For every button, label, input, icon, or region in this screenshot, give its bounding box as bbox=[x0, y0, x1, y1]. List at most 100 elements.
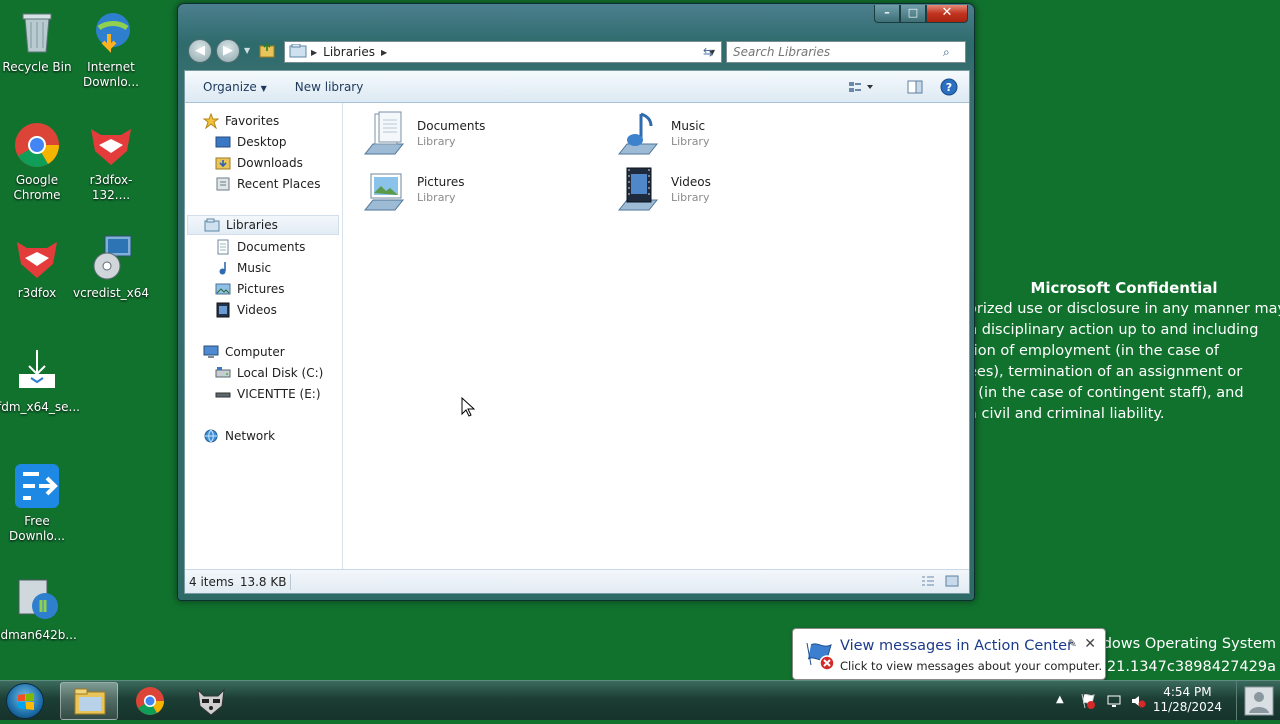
desktop-icon-r3dfox-installer[interactable]: r3dfox-132.... bbox=[71, 121, 151, 203]
new-library-button[interactable]: New library bbox=[281, 80, 378, 94]
breadcrumb-separator-icon[interactable]: ▶ bbox=[311, 48, 317, 57]
hard-drive-icon bbox=[215, 365, 231, 381]
nav-label: Videos bbox=[237, 303, 277, 317]
desktop-icon-r3dfox[interactable]: r3dfox bbox=[0, 234, 77, 301]
notification-options-icon[interactable]: ✎ bbox=[1068, 637, 1077, 650]
breadcrumb-libraries[interactable]: Libraries bbox=[323, 45, 375, 59]
large-icons-view-icon[interactable] bbox=[945, 575, 959, 590]
nav-documents[interactable]: Documents bbox=[215, 237, 305, 257]
music-library-icon bbox=[615, 110, 663, 158]
breadcrumb-separator-icon[interactable]: ▶ bbox=[381, 48, 387, 57]
details-view-icon[interactable] bbox=[921, 575, 935, 590]
nav-network[interactable]: Network bbox=[203, 426, 275, 446]
taskbar-explorer[interactable] bbox=[60, 682, 118, 720]
desktop-icon-label: Internet Downlo... bbox=[83, 60, 139, 89]
confidential-line: a civil and criminal liability. bbox=[968, 406, 1165, 422]
library-name: Pictures bbox=[417, 175, 465, 189]
nav-libraries[interactable]: Libraries bbox=[187, 215, 339, 235]
desktop-icon-fdm-setup[interactable]: fdm_x64_se... bbox=[0, 348, 80, 415]
maximize-button[interactable]: □ bbox=[900, 5, 926, 23]
show-hidden-icons-icon[interactable]: ▲ bbox=[1056, 694, 1064, 705]
notification-title[interactable]: View messages in Action Center bbox=[840, 638, 1073, 654]
nav-favorites[interactable]: Favorites bbox=[202, 111, 279, 131]
clock-date: 11/28/2024 bbox=[1152, 700, 1222, 714]
nav-downloads[interactable]: Downloads bbox=[215, 153, 303, 173]
action-center-flag-icon bbox=[803, 639, 835, 671]
window-controls: – □ ✕ bbox=[874, 5, 968, 23]
videos-icon bbox=[215, 302, 231, 318]
desktop-icon-label: Free Downlo... bbox=[9, 514, 65, 543]
notification-close-icon[interactable]: ✕ bbox=[1084, 636, 1096, 652]
search-input[interactable] bbox=[733, 45, 943, 59]
library-text: Documents Library bbox=[417, 118, 485, 150]
folder-up-icon[interactable] bbox=[259, 42, 275, 58]
nav-desktop[interactable]: Desktop bbox=[215, 132, 287, 152]
preview-pane-icon[interactable] bbox=[905, 77, 925, 97]
address-bar[interactable]: ▶ Libraries ▶ ▼ bbox=[284, 41, 722, 63]
svg-text:?: ? bbox=[946, 81, 952, 94]
search-icon[interactable]: ⌕ bbox=[943, 45, 950, 60]
explorer-window[interactable]: – □ ✕ ◀ ▶ ▼ ▶ Libraries ▶ ▼ ⇆ ⌕ Organize… bbox=[177, 3, 975, 601]
nav-videos[interactable]: Videos bbox=[215, 300, 277, 320]
idm-installer-icon bbox=[13, 576, 61, 624]
nav-vicentte-drive[interactable]: VICENTTE (E:) bbox=[215, 384, 321, 404]
show-desktop-button[interactable] bbox=[1236, 681, 1280, 721]
library-type: Library bbox=[417, 191, 456, 204]
nav-music[interactable]: Music bbox=[215, 258, 271, 278]
pictures-library-icon bbox=[361, 166, 409, 214]
user-icon bbox=[1244, 686, 1274, 716]
desktop-icon-free-download-manager[interactable]: Free Downlo... bbox=[0, 462, 77, 544]
nav-pictures[interactable]: Pictures bbox=[215, 279, 285, 299]
star-icon bbox=[202, 112, 220, 130]
organize-button[interactable]: Organize ▼ bbox=[185, 80, 281, 94]
library-documents[interactable]: Documents Library bbox=[361, 109, 591, 159]
start-button[interactable] bbox=[6, 683, 44, 719]
network-tray-icon[interactable] bbox=[1106, 693, 1122, 712]
confidential-watermark: Microsoft Confidential orized use or dis… bbox=[968, 278, 1280, 425]
nav-recent-places[interactable]: Recent Places bbox=[215, 174, 320, 194]
minimize-button[interactable]: – bbox=[874, 5, 900, 23]
command-bar: Organize ▼ New library ? bbox=[185, 71, 969, 103]
search-box[interactable]: ⌕ bbox=[726, 41, 966, 63]
clock-time: 4:54 PM bbox=[1163, 685, 1212, 699]
nav-computer[interactable]: Computer bbox=[203, 342, 285, 362]
volume-muted-icon[interactable] bbox=[1130, 693, 1146, 712]
nav-local-disk[interactable]: Local Disk (C:) bbox=[215, 363, 323, 383]
desktop-icon-recycle-bin[interactable]: Recycle Bin bbox=[0, 8, 77, 75]
library-videos[interactable]: Videos Library bbox=[615, 165, 845, 215]
library-pictures[interactable]: Pictures Library bbox=[361, 165, 591, 215]
refresh-icon[interactable]: ⇆ bbox=[698, 42, 718, 62]
desktop-icon-label: r3dfox-132.... bbox=[89, 173, 133, 202]
nav-label: Desktop bbox=[237, 135, 287, 149]
os-build-text: ndows Operating System bbox=[1093, 636, 1276, 652]
organize-label: Organize bbox=[203, 79, 257, 94]
status-item-count: 4 items bbox=[189, 574, 234, 589]
system-tray: ▲ 4:54 PM 11/28/2024 bbox=[1050, 681, 1280, 721]
recent-pages-chevron-icon[interactable]: ▼ bbox=[244, 46, 250, 55]
status-size: 13.8 KB bbox=[239, 574, 287, 589]
nav-label: Downloads bbox=[237, 156, 303, 170]
library-music[interactable]: Music Library bbox=[615, 109, 845, 159]
recycle-bin-icon bbox=[13, 8, 61, 56]
desktop-icon bbox=[215, 134, 231, 150]
clock[interactable]: 4:54 PM 11/28/2024 bbox=[1153, 685, 1222, 715]
close-button[interactable]: ✕ bbox=[926, 5, 968, 23]
back-button[interactable]: ◀ bbox=[188, 39, 212, 63]
taskbar-r3dfox[interactable] bbox=[182, 682, 240, 720]
desktop-icon-idm[interactable]: Internet Downlo... bbox=[71, 8, 151, 90]
action-center-notification[interactable]: View messages in Action Center Click to … bbox=[792, 628, 1106, 680]
taskbar-chrome[interactable] bbox=[121, 682, 179, 720]
desktop-icon-chrome[interactable]: Google Chrome bbox=[0, 121, 77, 203]
nav-label: Network bbox=[225, 429, 276, 443]
taskbar: ▲ 4:54 PM 11/28/2024 bbox=[0, 680, 1280, 721]
forward-button[interactable]: ▶ bbox=[216, 39, 240, 63]
action-center-tray-icon[interactable] bbox=[1080, 692, 1096, 713]
library-view: Documents Library Music Library Pictures… bbox=[345, 103, 969, 569]
mouse-cursor-icon bbox=[461, 396, 476, 420]
help-icon[interactable]: ? bbox=[939, 77, 959, 97]
desktop-icon-vcredist[interactable]: vcredist_x64 bbox=[71, 234, 151, 301]
change-view-icon[interactable] bbox=[847, 77, 873, 97]
desktop-icon-idman-setup[interactable]: idman642b... bbox=[0, 576, 77, 643]
r3dfox-installer-icon bbox=[87, 121, 135, 169]
documents-icon bbox=[215, 239, 231, 255]
